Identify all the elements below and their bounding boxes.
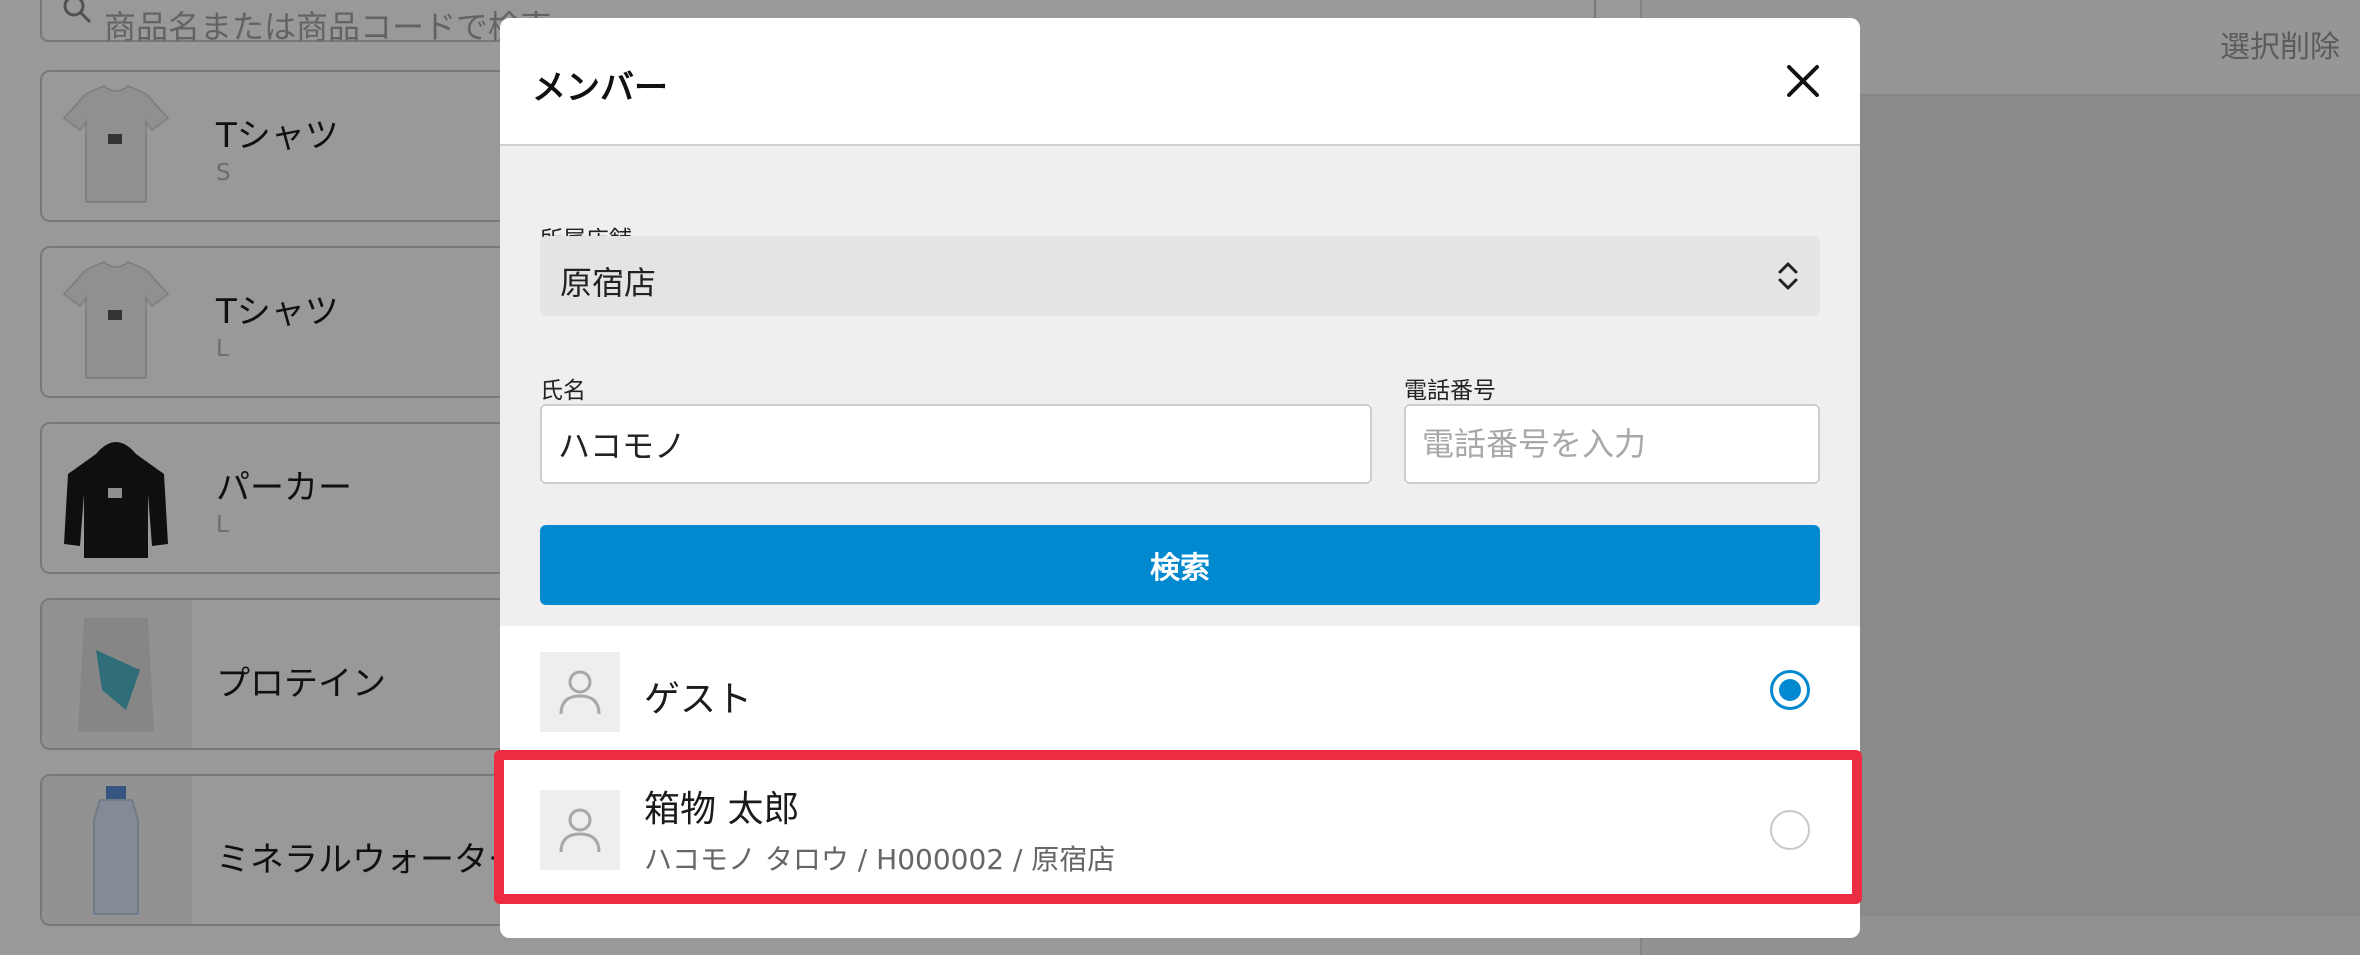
modal-header: メンバー bbox=[500, 18, 1860, 146]
member-name: ゲスト bbox=[644, 679, 753, 720]
select-arrows-icon bbox=[1778, 262, 1798, 290]
member-detail: ハコモノ タロウ / H000002 / 原宿店 bbox=[644, 843, 1116, 876]
name-input[interactable] bbox=[540, 404, 1372, 484]
name-label: 氏名 bbox=[540, 378, 586, 404]
avatar bbox=[540, 652, 620, 732]
close-icon[interactable] bbox=[1786, 64, 1820, 98]
store-select[interactable]: 原宿店 bbox=[540, 236, 1820, 316]
member-radio[interactable] bbox=[1770, 810, 1810, 850]
store-select-value: 原宿店 bbox=[560, 264, 657, 302]
member-list: ゲスト 箱物 太郎 ハコモノ タロウ / H000002 / 原宿店 bbox=[500, 626, 1860, 938]
modal-title: メンバー bbox=[532, 68, 668, 108]
phone-label: 電話番号 bbox=[1404, 378, 1496, 404]
member-search-form: 所属店舗 原宿店 氏名 電話番号 検索 bbox=[500, 146, 1860, 626]
search-button[interactable]: 検索 bbox=[540, 525, 1820, 605]
avatar bbox=[540, 790, 620, 870]
phone-input[interactable] bbox=[1404, 404, 1820, 484]
avatar-icon bbox=[559, 808, 601, 853]
member-row[interactable]: 箱物 太郎 ハコモノ タロウ / H000002 / 原宿店 bbox=[500, 766, 1860, 896]
member-row-guest[interactable]: ゲスト bbox=[500, 626, 1860, 756]
member-modal: メンバー 所属店舗 原宿店 氏名 電話番号 検索 bbox=[500, 18, 1860, 938]
avatar-icon bbox=[559, 670, 601, 715]
member-name: 箱物 太郎 bbox=[644, 789, 800, 830]
member-radio-selected[interactable] bbox=[1770, 670, 1810, 710]
